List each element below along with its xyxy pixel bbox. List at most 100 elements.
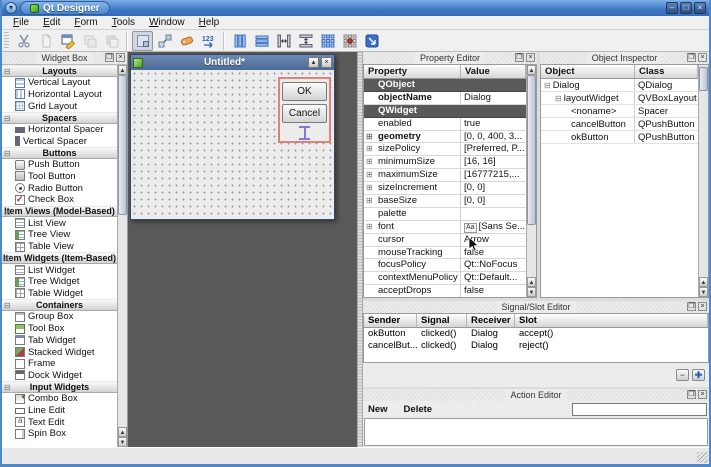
connection-row[interactable]: okButton clicked() Dialog accept() (364, 328, 708, 340)
scroll-up-icon[interactable]: ▲ (118, 427, 127, 437)
system-menu-icon[interactable]: ▾ (5, 2, 17, 14)
resize-grip[interactable] (697, 452, 708, 463)
widget-item-tool-box[interactable]: Tool Box (2, 323, 117, 335)
scroll-up-icon[interactable]: ▲ (527, 65, 536, 75)
property-row[interactable]: mouseTrackingfalse (364, 247, 526, 260)
remove-connection-button[interactable]: − (676, 369, 689, 381)
scroll-down-icon[interactable]: ▼ (527, 287, 536, 297)
close-dock-icon[interactable]: × (698, 53, 707, 62)
property-row[interactable]: objectNameDialog (364, 92, 526, 105)
close-dock-icon[interactable]: × (698, 302, 707, 311)
widget-item-check-box[interactable]: Check Box (2, 194, 117, 206)
widget-item-tree-widget[interactable]: Tree Widget (2, 276, 117, 288)
menu-tools[interactable]: Tools (105, 16, 142, 30)
property-row[interactable]: ⊞baseSize[0, 0] (364, 195, 526, 208)
collapse-icon[interactable]: ⊟ (4, 208, 11, 217)
widget-item-dock-widget[interactable]: Dock Widget (2, 370, 117, 382)
edit-buddies-icon[interactable] (176, 31, 197, 51)
property-editor-header[interactable]: Property Editor ❐ × (363, 52, 537, 64)
minimize-icon[interactable]: – (666, 2, 678, 14)
close-icon[interactable]: × (694, 2, 706, 14)
collapse-icon[interactable]: ⊟ (4, 114, 11, 123)
widget-item-horizontal-layout[interactable]: Horizontal Layout (2, 88, 117, 100)
expand-icon[interactable]: ⊞ (366, 131, 373, 143)
float-dock-icon[interactable]: ❐ (105, 53, 114, 62)
edit-tab-order-icon[interactable]: 123 (198, 31, 219, 51)
property-group[interactable]: QWidget (364, 105, 526, 118)
layout-horizontal-icon[interactable] (229, 31, 250, 51)
object-row[interactable]: <noname>Spacer (541, 105, 698, 118)
expand-icon[interactable]: ⊞ (366, 182, 373, 194)
delete-action-button[interactable]: Delete (401, 404, 436, 415)
expand-icon[interactable]: ⊞ (366, 221, 373, 233)
widget-item-table-widget[interactable]: Table Widget (2, 288, 117, 300)
property-editor-scrollbar[interactable]: ▲ ▲ ▼ (526, 65, 536, 297)
object-row[interactable]: ⊟DialogQDialog (541, 79, 698, 92)
break-layout-icon[interactable] (339, 31, 360, 51)
copy-icon[interactable] (35, 31, 56, 51)
action-editor-header[interactable]: Action Editor ❐ × (363, 389, 709, 401)
widget-item-spin-box[interactable]: Spin Box (2, 428, 117, 440)
widget-item-list-view[interactable]: List View (2, 217, 117, 229)
property-row[interactable]: ⊞sizeIncrement[0, 0] (364, 182, 526, 195)
form-minimize-icon[interactable]: ▴ (308, 57, 319, 68)
vertical-spacer-widget[interactable] (298, 126, 311, 138)
scroll-down-icon[interactable]: ▼ (118, 437, 127, 447)
scroll-up-icon[interactable]: ▲ (527, 277, 536, 287)
paste-icon[interactable] (57, 31, 78, 51)
adjust-size-icon[interactable] (361, 31, 382, 51)
menu-edit[interactable]: Edit (36, 16, 67, 30)
menu-window[interactable]: Window (142, 16, 192, 30)
signal-slot-editor-header[interactable]: Signal/Slot Editor ❐ × (363, 301, 709, 313)
collapse-icon[interactable]: ⊟ (4, 254, 11, 263)
property-row[interactable]: ⊞fontAa[Sans Se... (364, 221, 526, 234)
collapse-icon[interactable]: ⊟ (4, 383, 11, 392)
widget-item-vertical-spacer[interactable]: Vertical Spacer (2, 135, 117, 147)
property-row[interactable]: focusPolicyQt::NoFocus (364, 259, 526, 272)
widget-item-horizontal-spacer[interactable]: Horizontal Spacer (2, 124, 117, 136)
widget-item-frame[interactable]: Frame (2, 358, 117, 370)
widget-box-scrollbar[interactable]: ▲ ▲ ▼ (117, 65, 127, 447)
edit-widgets-icon[interactable] (132, 31, 153, 51)
menu-file[interactable]: File (6, 16, 36, 30)
category-containers[interactable]: ⊟Containers (2, 299, 117, 311)
connection-row[interactable]: cancelBut... clicked() Dialog reject() (364, 340, 708, 352)
ok-button[interactable]: OK (282, 82, 327, 101)
toolbar-handle[interactable] (4, 32, 9, 50)
send-to-back-icon[interactable] (101, 31, 122, 51)
widget-item-group-box[interactable]: Group Box (2, 311, 117, 323)
widget-item-radio-button[interactable]: Radio Button (2, 182, 117, 194)
form-close-icon[interactable]: × (321, 57, 332, 68)
widget-item-tool-button[interactable]: Tool Button (2, 171, 117, 183)
property-row[interactable]: acceptDropsfalse (364, 285, 526, 297)
expand-icon[interactable]: ⊞ (366, 143, 373, 155)
property-row[interactable]: ⊞minimumSize[16, 16] (364, 156, 526, 169)
category-spacers[interactable]: ⊟Spacers (2, 112, 117, 124)
category-buttons[interactable]: ⊟Buttons (2, 147, 117, 159)
widget-item-table-view[interactable]: Table View (2, 241, 117, 253)
action-list[interactable] (364, 418, 708, 446)
scroll-up-icon[interactable]: ▲ (118, 65, 127, 75)
property-row[interactable]: palette (364, 208, 526, 221)
scroll-thumb[interactable] (118, 75, 127, 215)
expand-icon[interactable]: ⊞ (366, 195, 373, 207)
float-dock-icon[interactable]: ❐ (687, 302, 696, 311)
column-receiver[interactable]: Receiver (467, 314, 515, 327)
layout-vertical-icon[interactable] (251, 31, 272, 51)
layout-vertical-splitter-icon[interactable] (295, 31, 316, 51)
property-row[interactable]: ⊞sizePolicy[Preferred, P... (364, 143, 526, 156)
widget-item-list-widget[interactable]: List Widget (2, 264, 117, 276)
float-dock-icon[interactable]: ❐ (687, 53, 696, 62)
action-filter-input[interactable] (572, 403, 707, 416)
form-titlebar[interactable]: Untitled* ▴ × (131, 55, 334, 70)
widget-item-vertical-layout[interactable]: Vertical Layout (2, 77, 117, 89)
cancel-button[interactable]: Cancel (282, 104, 327, 123)
scroll-up-icon[interactable]: ▲ (699, 277, 708, 287)
category-layouts[interactable]: ⊟Layouts (2, 65, 117, 77)
scroll-thumb[interactable] (527, 75, 536, 225)
collapse-icon[interactable]: ⊟ (4, 67, 11, 76)
form-window[interactable]: Untitled* ▴ × OK Cancel (130, 54, 335, 220)
widget-item-combo-box[interactable]: Combo Box (2, 393, 117, 405)
category-input-widgets[interactable]: ⊟Input Widgets (2, 381, 117, 393)
column-sender[interactable]: Sender (364, 314, 417, 327)
